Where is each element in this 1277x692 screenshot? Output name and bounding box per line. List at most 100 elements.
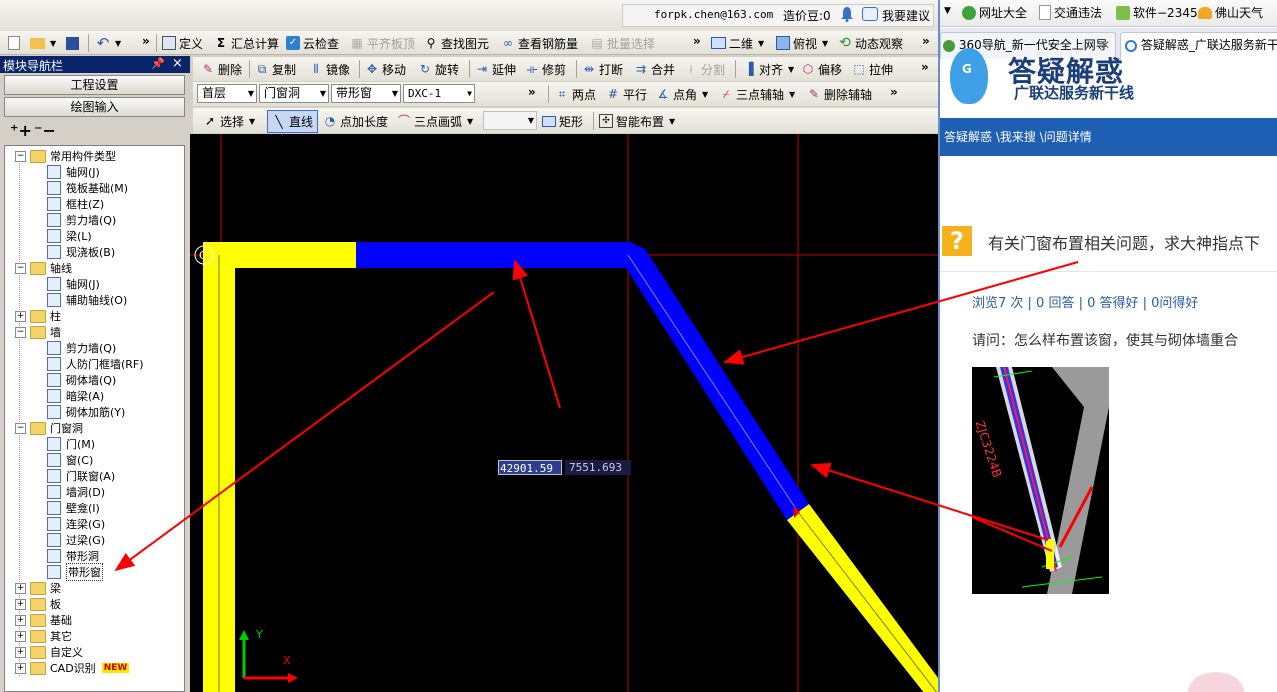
summary-calc-button[interactable]: Σ 汇总计算 bbox=[214, 33, 279, 53]
undo-button[interactable]: ↶ ▼ bbox=[96, 33, 121, 53]
save-button[interactable] bbox=[66, 33, 79, 53]
tree-item[interactable]: 剪力墙(Q) bbox=[47, 340, 116, 356]
tree-item[interactable]: + 其它 bbox=[15, 628, 72, 644]
tree-item[interactable]: 框柱(Z) bbox=[47, 196, 104, 212]
coord-y-input[interactable]: 7551.693 bbox=[565, 460, 631, 475]
strip-window-top[interactable] bbox=[356, 242, 630, 268]
select-dropdown[interactable]: ➚ 选择 ▼ bbox=[203, 111, 255, 131]
flat-slab-top-button[interactable]: ▦ 平齐板顶 bbox=[350, 33, 415, 53]
toolbar-overflow-4[interactable]: » bbox=[921, 57, 929, 77]
tree-item[interactable]: 连梁(G) bbox=[47, 516, 105, 532]
tree-item[interactable]: 墙洞(D) bbox=[47, 484, 105, 500]
tree-item[interactable]: 壁龛(I) bbox=[47, 500, 100, 516]
category-select[interactable]: 门窗洞 ▼ bbox=[259, 84, 329, 103]
toolbar-overflow-5[interactable]: » bbox=[528, 82, 536, 102]
drawing-canvas[interactable]: C 42901.59 7551.693 Y X bbox=[190, 134, 938, 692]
tree-item[interactable]: 轴网(J) bbox=[47, 276, 100, 292]
bell-icon[interactable] bbox=[840, 6, 854, 22]
delete-button[interactable]: ✎ 删除 bbox=[201, 59, 242, 79]
expand-icon[interactable]: + bbox=[15, 646, 26, 658]
tree-item[interactable]: 门联窗(A) bbox=[47, 468, 115, 484]
tree-item[interactable]: + 自定义 bbox=[15, 644, 83, 660]
floor-select[interactable]: 首层 ▼ bbox=[197, 84, 257, 103]
masonry-wall-left[interactable] bbox=[203, 242, 356, 692]
toolbar-overflow-2[interactable]: » bbox=[693, 31, 701, 51]
collapse-icon[interactable]: − bbox=[15, 150, 26, 162]
collapse-icon[interactable]: − bbox=[15, 262, 26, 274]
tree-item[interactable]: + 基础 bbox=[15, 612, 72, 628]
cloud-check-button[interactable]: ✓ 云检查 bbox=[286, 33, 339, 53]
split-button[interactable]: ⟊ 分割 bbox=[684, 59, 725, 79]
arc-option-select[interactable]: ▼ bbox=[483, 111, 537, 130]
trim-button[interactable]: ⟛ 修剪 bbox=[525, 59, 566, 79]
rotate-button[interactable]: ↻ 旋转 bbox=[418, 59, 459, 79]
collapse-icon[interactable]: − bbox=[15, 422, 26, 434]
tree-item[interactable]: 窗(C) bbox=[47, 452, 93, 468]
pin-icon[interactable]: 📌 bbox=[151, 57, 165, 70]
tree-item[interactable]: 辅助轴线(O) bbox=[47, 292, 127, 308]
question-image[interactable]: ZJC3224B bbox=[972, 367, 1109, 594]
fav-traffic[interactable]: 交通违法 bbox=[1039, 4, 1102, 21]
tree-item[interactable]: 人防门框墙(RF) bbox=[47, 356, 144, 372]
open-file-button[interactable]: ▼ bbox=[30, 33, 56, 53]
expand-all-icon[interactable]: ⁺+ bbox=[10, 121, 32, 140]
break-button[interactable]: ⇹ 打断 bbox=[582, 59, 623, 79]
collapse-all-icon[interactable]: ⁻− bbox=[34, 121, 56, 140]
expand-icon[interactable]: + bbox=[15, 662, 26, 674]
tree-item[interactable]: 带形洞 bbox=[47, 548, 99, 564]
component-select[interactable]: 带形窗 ▼ bbox=[331, 84, 401, 103]
project-settings-button[interactable]: 工程设置 bbox=[4, 75, 185, 95]
line-button[interactable]: ╲ 直线 bbox=[267, 110, 319, 133]
tree-item[interactable]: 门(M) bbox=[47, 436, 95, 452]
find-element-button[interactable]: ⚲ 查找图元 bbox=[424, 33, 489, 53]
tree-item[interactable]: 过梁(G) bbox=[47, 532, 105, 548]
tree-item[interactable]: + 梁 bbox=[15, 580, 61, 596]
three-point-arc-dropdown[interactable]: ⌒ 三点画弧 ▼ bbox=[397, 111, 473, 131]
tree-item[interactable]: − 门窗洞 bbox=[15, 420, 83, 436]
move-button[interactable]: ✥ 移动 bbox=[365, 59, 406, 79]
two-points-button[interactable]: ⌗ 两点 bbox=[555, 84, 596, 104]
expand-icon[interactable]: + bbox=[15, 598, 26, 610]
top-view-dropdown[interactable]: 俯视 ▼ bbox=[776, 33, 828, 53]
tree-item[interactable]: 暗梁(A) bbox=[47, 388, 104, 404]
tree-item[interactable]: + 柱 bbox=[15, 308, 61, 324]
delete-aux-button[interactable]: ✎ 删除辅轴 bbox=[807, 84, 872, 104]
new-file-button[interactable] bbox=[8, 33, 20, 53]
fav-weather[interactable]: 佛山天气 bbox=[1198, 4, 1263, 21]
coord-x-input[interactable]: 42901.59 bbox=[498, 460, 562, 475]
stretch-button[interactable]: ⬚ 拉伸 bbox=[852, 59, 893, 79]
point-angle-dropdown[interactable]: ∡ 点角 ▼ bbox=[656, 84, 709, 104]
tree-item[interactable]: 轴网(J) bbox=[47, 164, 100, 180]
tree-item[interactable]: + CAD识别 NEW bbox=[15, 660, 130, 676]
merge-button[interactable]: ⇉ 合并 bbox=[634, 59, 675, 79]
collapse-icon[interactable]: − bbox=[15, 326, 26, 338]
favorites-dropdown-icon[interactable]: ▼ bbox=[944, 6, 951, 16]
toolbar-overflow-1[interactable]: » bbox=[142, 31, 150, 51]
draw-input-button[interactable]: 绘图输入 bbox=[4, 97, 185, 117]
suggest-link[interactable]: 我要建议 bbox=[882, 7, 930, 24]
smart-layout-dropdown[interactable]: ✣ 智能布置 ▼ bbox=[599, 111, 675, 131]
tree-item[interactable]: − 轴线 bbox=[15, 260, 72, 276]
point-length-button[interactable]: ◔ 点加长度 bbox=[323, 111, 388, 131]
offset-button[interactable]: ⬡ 偏移 bbox=[801, 59, 842, 79]
tree-item[interactable]: − 墙 bbox=[15, 324, 61, 340]
expand-icon[interactable]: + bbox=[15, 614, 26, 626]
floating-widget[interactable] bbox=[1188, 672, 1244, 692]
expand-icon[interactable]: + bbox=[15, 630, 26, 642]
tab-dayi[interactable]: 答疑解惑_广联达服务新干 bbox=[1120, 32, 1277, 60]
extend-button[interactable]: ⇥ 延伸 bbox=[475, 59, 516, 79]
mirror-button[interactable]: ⫴ 镜像 bbox=[309, 59, 350, 79]
fav-site-nav[interactable]: 网址大全 bbox=[962, 4, 1027, 21]
tree-item[interactable]: + 板 bbox=[15, 596, 61, 612]
component-name-select[interactable]: DXC-1 ▼ bbox=[403, 84, 475, 103]
tree-item[interactable]: 砌体墙(Q) bbox=[47, 372, 116, 388]
fav-software[interactable]: 软件−2345 bbox=[1116, 4, 1198, 21]
copy-button[interactable]: ⧉ 复制 bbox=[255, 59, 296, 79]
nav-close-button[interactable]: × bbox=[172, 56, 183, 71]
tree-item[interactable]: 梁(L) bbox=[47, 228, 92, 244]
view-rebar-button[interactable]: ∞ 查看钢筋量 bbox=[501, 33, 578, 53]
expand-icon[interactable]: + bbox=[15, 310, 26, 322]
parallel-button[interactable]: # 平行 bbox=[606, 84, 647, 104]
tree-item[interactable]: 筏板基础(M) bbox=[47, 180, 128, 196]
view-2d-dropdown[interactable]: 二维 ▼ bbox=[711, 33, 764, 53]
